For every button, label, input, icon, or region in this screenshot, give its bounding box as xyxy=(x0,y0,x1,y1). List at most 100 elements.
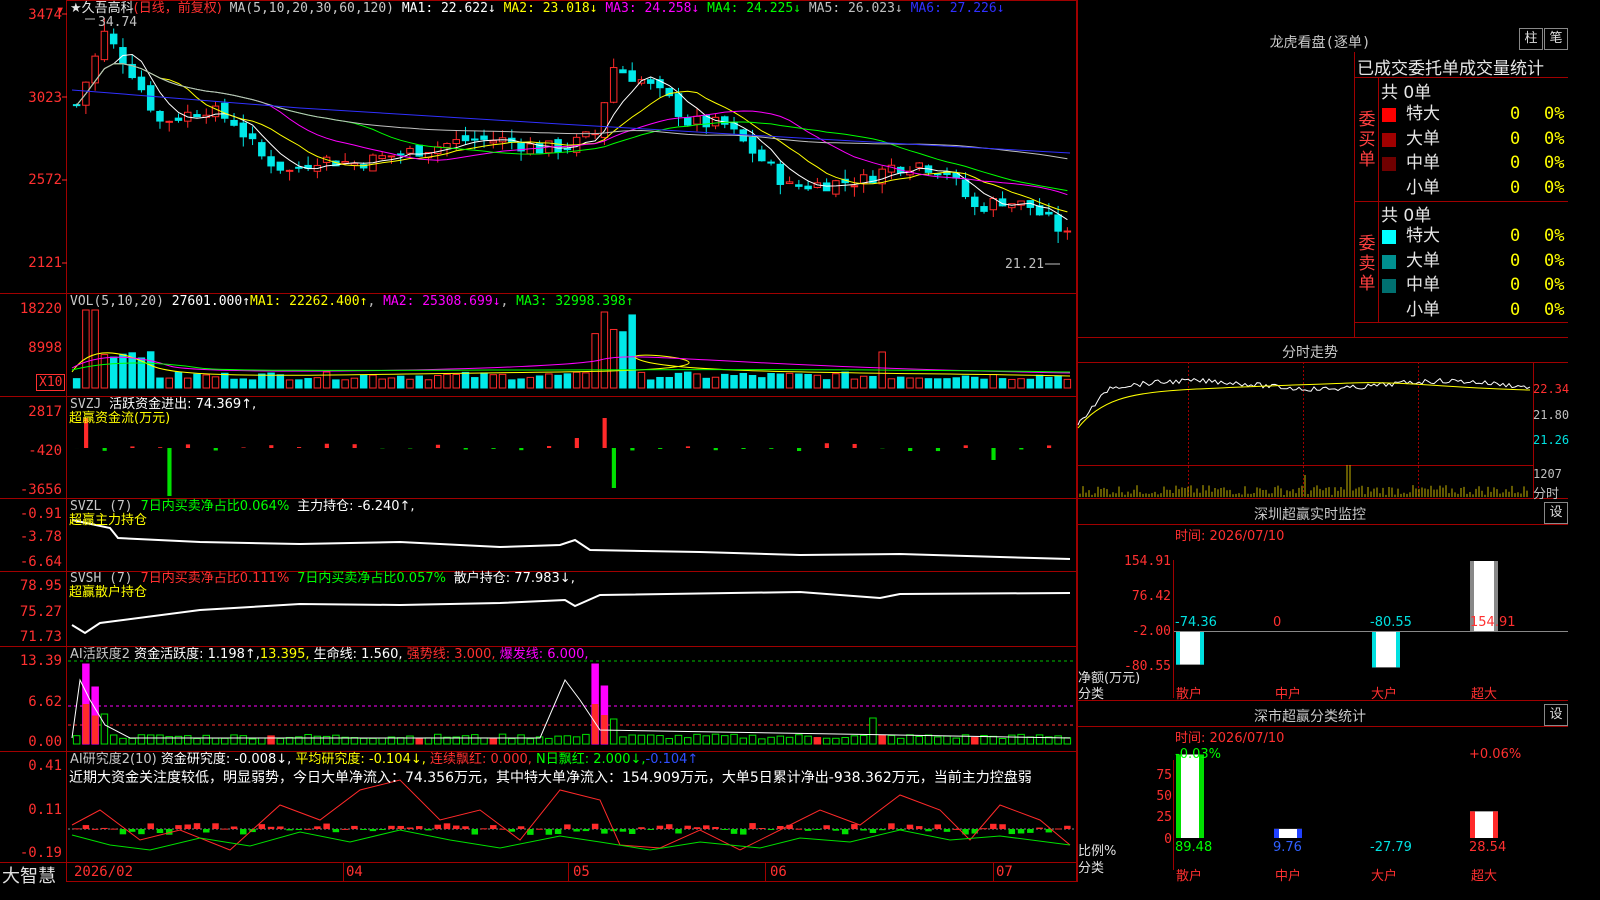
volume-bar xyxy=(859,375,868,389)
y-tick: 2121 xyxy=(28,255,62,271)
research-bar xyxy=(147,823,154,829)
volume-bar xyxy=(109,356,118,389)
net-bar xyxy=(1176,631,1204,665)
chart-mode[interactable]: (日线，前复权) xyxy=(134,1,222,16)
research-bar xyxy=(1064,825,1071,829)
research-bar xyxy=(128,829,136,832)
sz-stats-settings-button[interactable]: 设 xyxy=(1544,704,1568,726)
candle-body xyxy=(785,181,794,185)
sz-stats-category: 大户 xyxy=(1371,869,1398,884)
volume-bar xyxy=(628,314,636,389)
activity-bar xyxy=(924,734,933,745)
ma6-value: MA6: 27.226↓ xyxy=(910,1,1005,16)
research-bar xyxy=(221,828,229,830)
ai-active-value: 资金活跃度: 1.198↑, xyxy=(134,647,260,662)
activity-bar xyxy=(674,734,683,745)
activity-bar xyxy=(526,738,535,745)
net-bar-edge xyxy=(1200,631,1204,665)
research-bar xyxy=(1017,829,1025,834)
volume-bar xyxy=(887,378,896,389)
activity-bar xyxy=(313,735,322,745)
candle-body xyxy=(776,163,785,185)
svsh-holding: 散户持仓: 77.983↓, xyxy=(453,571,575,586)
y-tick: -420 xyxy=(28,443,62,459)
volume-bar xyxy=(378,378,386,389)
svsh-legend: SVSH (7) 7日内买卖净占比0.111% 7日内买卖净占比0.057% 散… xyxy=(70,571,575,586)
volume-bar xyxy=(239,378,248,389)
activity-bar xyxy=(424,737,433,745)
activity-line xyxy=(71,678,1071,739)
volume-bar xyxy=(184,377,192,389)
research-bar xyxy=(91,828,99,830)
candle-body xyxy=(276,161,285,171)
volume-bar xyxy=(452,373,461,389)
y-tick: 75 xyxy=(1156,768,1172,783)
activity-bar xyxy=(137,734,146,745)
ma3-value: MA3: 24.258↓ xyxy=(605,1,700,16)
intraday-avg-line xyxy=(1077,382,1531,429)
menu-arrow-icon[interactable]: ▾ xyxy=(56,2,64,18)
ma6-line xyxy=(71,89,1071,154)
research-bar xyxy=(721,829,729,830)
chart-canvas[interactable] xyxy=(0,0,1568,882)
net-bar-edge xyxy=(1176,631,1180,665)
tab-bar-view[interactable]: 柱 xyxy=(1519,28,1543,50)
volume-bar xyxy=(489,374,498,389)
sz-stats-value: 28.54 xyxy=(1469,840,1507,855)
candle-body xyxy=(341,161,349,164)
ratio-bar-edge xyxy=(1176,754,1181,838)
research-bar xyxy=(647,829,654,830)
volume-bar xyxy=(813,374,822,389)
sz-monitor-value: 154.91 xyxy=(1470,615,1516,630)
candle-body xyxy=(804,185,812,190)
volume-bar xyxy=(248,379,257,389)
volume-bar xyxy=(508,379,516,389)
activity-bar xyxy=(156,734,164,745)
candle-body xyxy=(156,110,164,122)
volume-bar xyxy=(554,374,562,389)
stock-title[interactable]: ★久吾高科 xyxy=(70,1,134,16)
ai-research-nred: N日飘红: 2.000↓, xyxy=(536,752,646,767)
activity-bar xyxy=(822,737,831,745)
activity-bar xyxy=(832,737,840,745)
sz-monitor-time: 时间: 2026/07/10 xyxy=(1175,529,1285,544)
research-bar xyxy=(397,825,404,829)
sz-stats-cat-label: 分类 xyxy=(1078,861,1105,876)
ai-active-strong: 强势线: 3.000, xyxy=(406,647,496,662)
activity-bar xyxy=(721,735,729,745)
ai-research-legend: AI研究度2(10) 资金研究度: -0.008↓, 平均研究度: -0.104… xyxy=(70,752,698,767)
research-bar xyxy=(193,823,201,829)
activity-bar xyxy=(248,738,257,745)
ma1-value: MA1: 22.622↓ xyxy=(401,1,496,16)
activity-bar xyxy=(359,737,368,745)
sz-monitor-settings-button[interactable]: 设 xyxy=(1544,502,1568,524)
fund-flow-bar xyxy=(991,448,996,460)
volume-bar xyxy=(1026,378,1035,389)
candle-body xyxy=(832,180,840,195)
research-bar xyxy=(480,828,488,830)
svsh-ratio1: 7日内买卖净占比0.111% xyxy=(140,571,290,586)
volume-bar xyxy=(304,378,312,389)
fund-flow-bar xyxy=(741,448,746,450)
activity-bar xyxy=(841,737,849,745)
y-tick: -0.91 xyxy=(19,506,62,522)
candle-body xyxy=(934,173,942,176)
buy-row-name: 特大 xyxy=(1406,104,1440,124)
volume-bar xyxy=(934,378,942,389)
fund-flow-bar xyxy=(574,438,579,448)
svzl-subtitle: 超赢主力持仓 xyxy=(69,513,148,528)
activity-bar xyxy=(850,735,859,745)
volume-bar xyxy=(174,371,183,389)
research-bar xyxy=(82,825,90,829)
activity-bar xyxy=(952,737,960,745)
candle-body xyxy=(378,155,386,160)
buy-row-pct: 0% xyxy=(1544,104,1565,124)
volume-bar xyxy=(230,378,238,389)
research-bar xyxy=(184,824,191,829)
volume-bar xyxy=(313,377,322,389)
tab-stroke-view[interactable]: 笔 xyxy=(1544,28,1568,50)
volume-bar xyxy=(359,374,368,389)
y-tick: 2817 xyxy=(28,404,62,420)
volume-bar xyxy=(406,378,414,389)
volume-bar xyxy=(517,378,525,389)
